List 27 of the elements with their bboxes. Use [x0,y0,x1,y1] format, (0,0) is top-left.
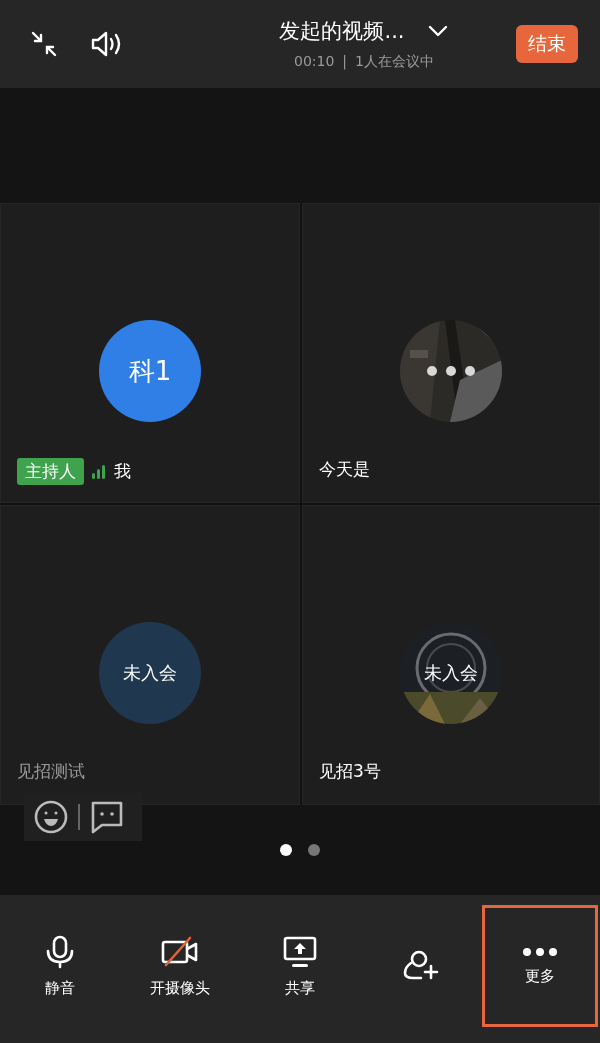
screen-share-icon [282,934,318,969]
minimize-icon[interactable] [30,30,58,58]
avatar: 未入会 [99,622,201,724]
chevron-down-icon[interactable] [426,24,449,38]
host-badge: 主持人 [17,458,84,485]
meeting-title: 发起的视频... [279,18,405,45]
camera-off-icon [160,934,200,969]
chat-icon[interactable] [90,800,124,834]
microphone-icon [45,934,75,969]
avatar: 科1 [99,320,201,422]
participant-name: 我 [114,460,131,483]
toolbar-button[interactable]: 开摄像头 [122,905,238,1027]
participant-count: 1人在会议中 [355,53,434,71]
page-dot[interactable] [308,844,320,856]
page-dot[interactable] [280,844,292,856]
participant-name: 见招测试 [17,760,85,783]
toolbar-button[interactable]: 共享 [242,905,358,1027]
separator: | [342,53,348,71]
toolbar-button[interactable]: 更多 [482,905,598,1027]
participant-name: 见招3号 [319,760,381,783]
emoji-icon[interactable] [34,800,68,834]
participant-name: 今天是 [319,458,370,481]
loading-icon [426,365,476,377]
more-icon [522,946,558,957]
toolbar-button[interactable]: 静音 [2,905,118,1027]
meeting-duration: 00:10 [294,53,335,71]
avatar-status: 未入会 [424,661,478,685]
